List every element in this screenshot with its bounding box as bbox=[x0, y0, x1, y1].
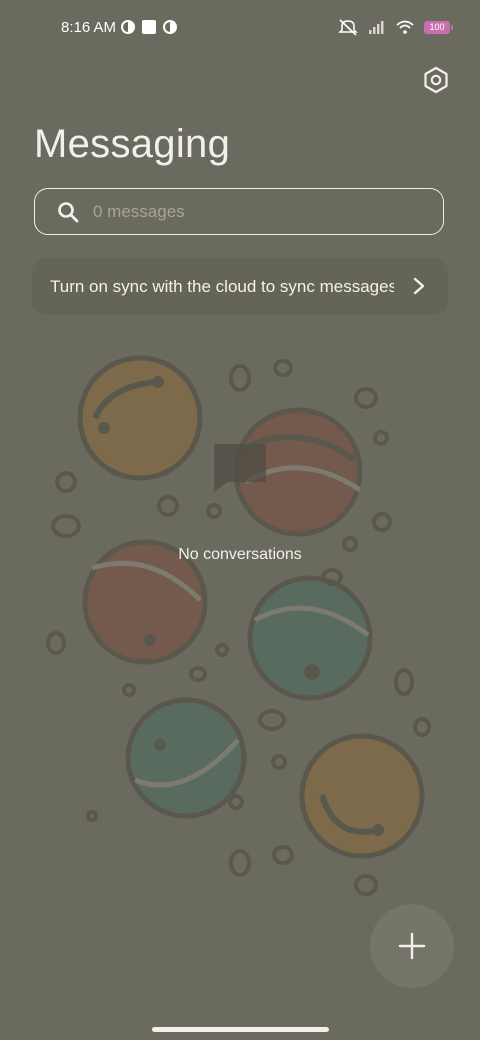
status-system-icons: 100 bbox=[338, 18, 453, 36]
sync-banner[interactable]: Turn on sync with the cloud to sync mess… bbox=[32, 258, 448, 315]
search-input[interactable] bbox=[91, 200, 415, 223]
search-bar[interactable] bbox=[34, 188, 444, 235]
square-notification-icon bbox=[142, 20, 156, 34]
circle-half-icon bbox=[121, 20, 135, 34]
wifi-icon bbox=[396, 20, 414, 34]
settings-button[interactable] bbox=[422, 66, 450, 94]
status-time: 8:16 AM bbox=[61, 19, 117, 36]
battery-icon: 100 bbox=[424, 20, 453, 34]
plus-icon bbox=[398, 932, 426, 960]
status-bar: 8:16 AM 100 bbox=[0, 0, 480, 56]
mute-icon bbox=[338, 19, 358, 36]
page-title: Messaging bbox=[34, 122, 231, 166]
empty-state-text: No conversations bbox=[178, 546, 302, 563]
home-gesture-bar[interactable] bbox=[152, 1027, 329, 1032]
signal-icon bbox=[369, 21, 384, 34]
settings-hexagon-icon bbox=[424, 66, 448, 94]
search-icon bbox=[58, 201, 79, 222]
new-conversation-button[interactable] bbox=[370, 904, 454, 988]
chat-bubble-icon bbox=[214, 444, 266, 492]
sync-banner-text: Turn on sync with the cloud to sync mess… bbox=[50, 277, 394, 296]
status-notification-icons bbox=[121, 19, 177, 35]
chevron-right-icon bbox=[413, 277, 425, 295]
circle-half-icon bbox=[163, 20, 177, 34]
wallpaper-bells-illustration bbox=[46, 355, 431, 896]
